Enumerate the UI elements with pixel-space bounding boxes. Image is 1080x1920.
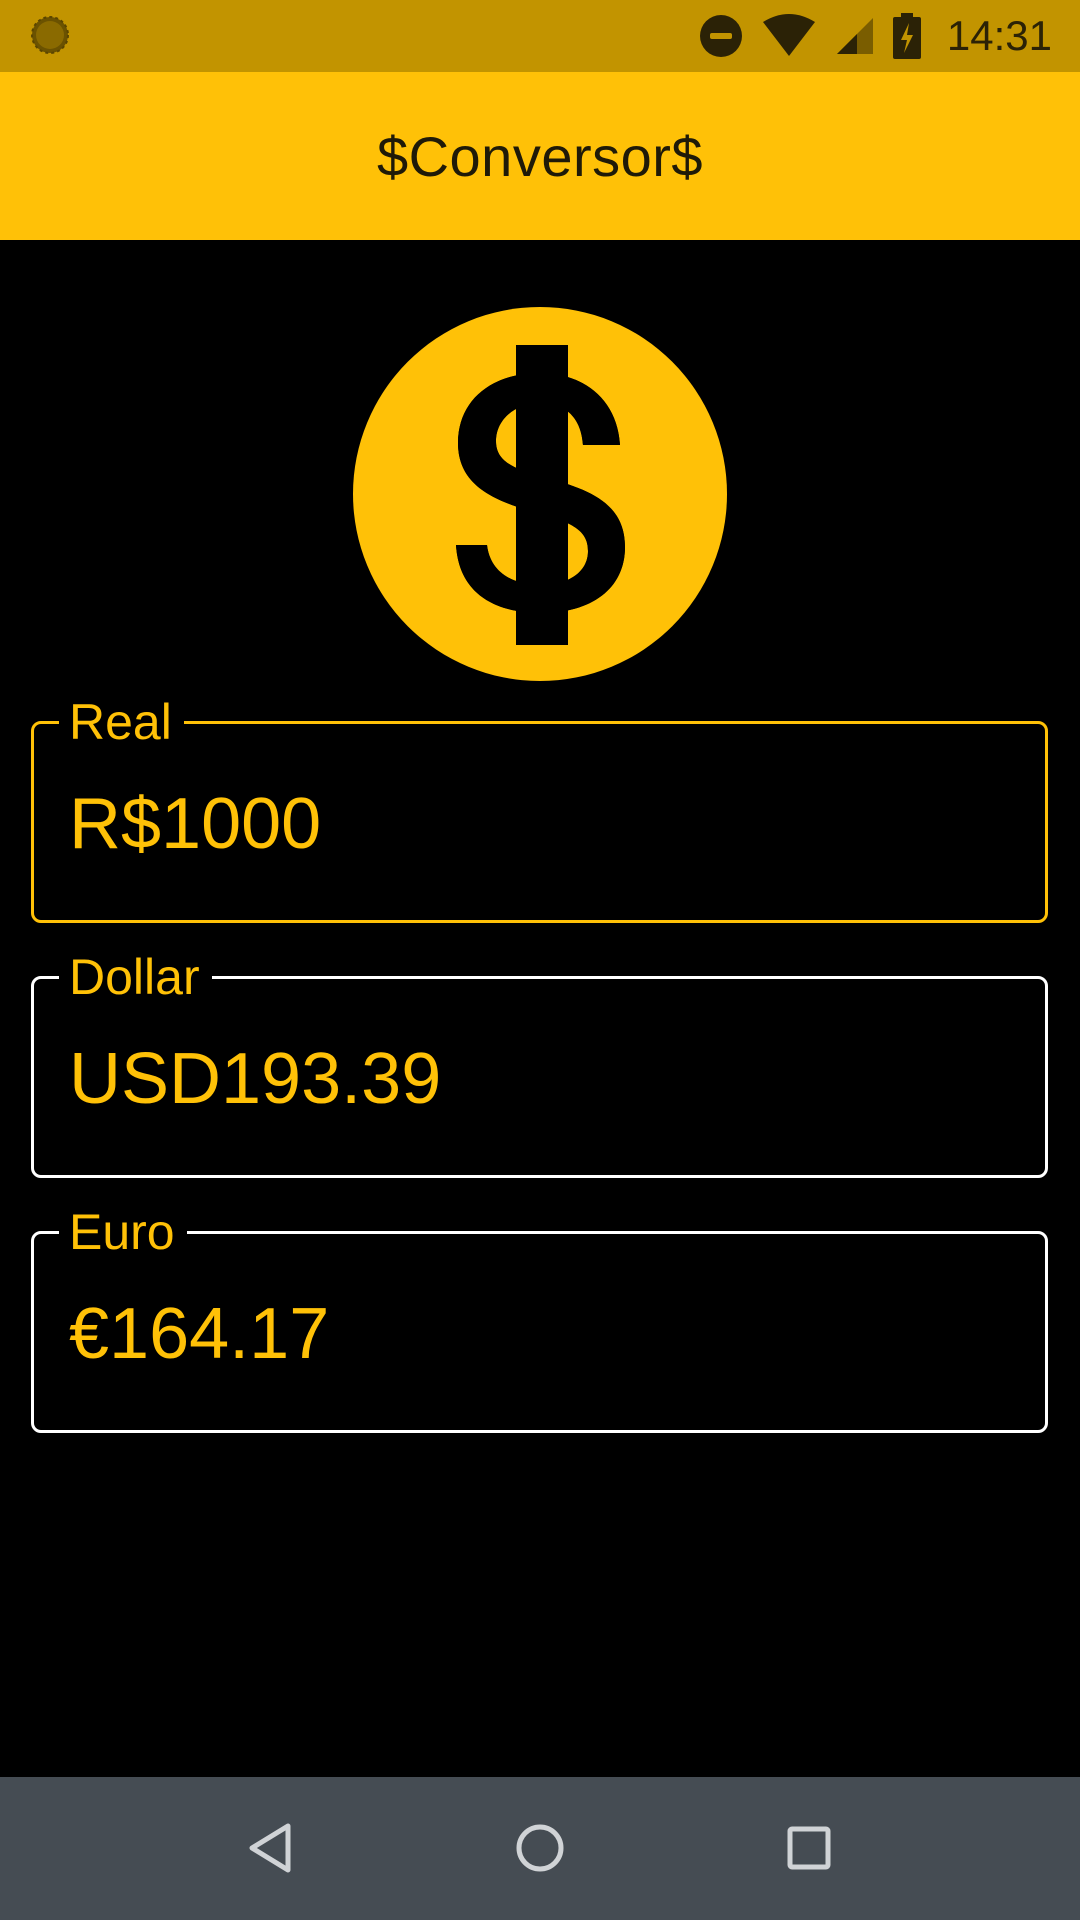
back-icon [249, 1823, 291, 1873]
battery-charging-icon [892, 13, 921, 59]
real-field-label: Real [59, 694, 184, 750]
status-time: 14:31 [946, 12, 1052, 59]
real-field[interactable]: Real R$1000 [31, 694, 1048, 923]
recents-button[interactable] [764, 1803, 854, 1893]
dollar-field[interactable]: Dollar USD193.39 [31, 949, 1048, 1178]
dollar-field-value[interactable]: USD193.39 [69, 1039, 441, 1119]
dollar-field-label: Dollar [59, 949, 212, 1005]
app-bar: $Conversor$ [0, 72, 1080, 240]
recents-icon [787, 1826, 831, 1870]
home-icon [516, 1824, 564, 1872]
real-field-value[interactable]: R$1000 [69, 784, 321, 864]
notification-circle-icon [31, 16, 69, 54]
back-button[interactable] [225, 1803, 315, 1893]
wifi-icon [762, 14, 815, 56]
euro-field-label: Euro [59, 1204, 187, 1260]
dollar-coin-icon [353, 307, 727, 681]
dnd-icon [699, 15, 742, 57]
cell-signal-icon [836, 18, 873, 54]
euro-field-value[interactable]: €164.17 [69, 1294, 329, 1374]
euro-field[interactable]: Euro €164.17 [31, 1204, 1048, 1433]
nav-bar [0, 1777, 1080, 1920]
status-bar: 14:31 [0, 0, 1080, 72]
screen: 14:31 $Conversor$ Real R$1000 Dollar USD… [0, 0, 1080, 1920]
status-icons: 14:31 [699, 0, 1052, 72]
home-button[interactable] [495, 1803, 585, 1893]
app-title: $Conversor$ [376, 124, 704, 188]
